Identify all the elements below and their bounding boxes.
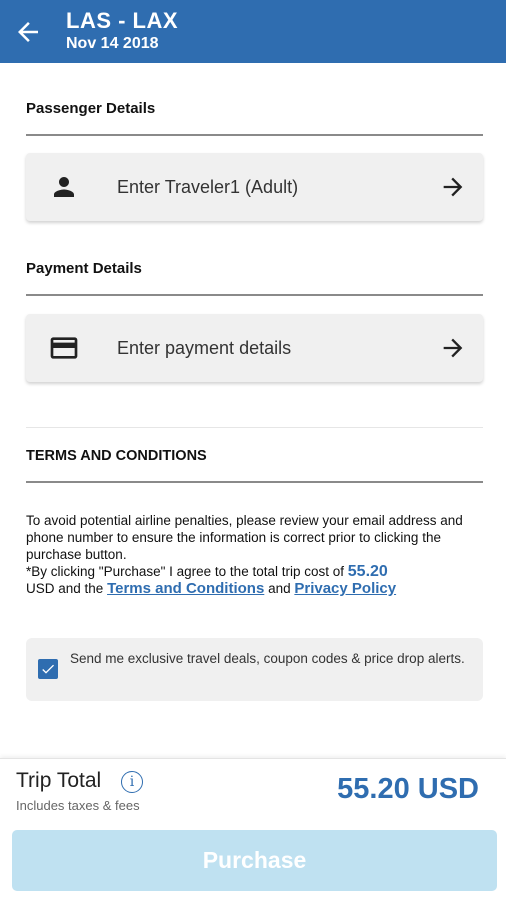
deals-optin: Send me exclusive travel deals, coupon c… bbox=[26, 638, 483, 701]
payment-section-title: Payment Details bbox=[26, 260, 142, 277]
enter-payment-card[interactable]: Enter payment details bbox=[26, 314, 483, 382]
payment-label: Enter payment details bbox=[117, 337, 292, 358]
deals-optin-label: Send me exclusive travel deals, coupon c… bbox=[70, 651, 465, 666]
arrow-right-icon bbox=[443, 338, 463, 358]
privacy-link[interactable]: Privacy Policy bbox=[294, 580, 396, 597]
trip-total-label: Trip Total bbox=[16, 769, 102, 792]
trip-total-amount: 55.20 USD bbox=[337, 773, 479, 805]
app-header: LAS - LAX Nov 14 2018 bbox=[0, 0, 506, 63]
passenger-divider bbox=[26, 134, 483, 136]
route-title: LAS - LAX bbox=[66, 7, 179, 33]
terms-agreement: *By clicking "Purchase" I agree to the t… bbox=[26, 564, 344, 579]
includes-taxes-label: Includes taxes & fees bbox=[16, 798, 140, 813]
payment-divider bbox=[26, 294, 483, 296]
back-button[interactable] bbox=[0, 0, 56, 63]
checkmark-icon bbox=[42, 664, 54, 674]
booking-content: Passenger Details Enter Traveler1 (Adult… bbox=[0, 63, 506, 758]
terms-link[interactable]: Terms and Conditions bbox=[107, 580, 264, 597]
traveler-label: Enter Traveler1 (Adult) bbox=[117, 176, 299, 197]
deals-checkbox[interactable] bbox=[38, 659, 58, 679]
inline-price: 55.20 bbox=[347, 563, 388, 580]
route-info: LAS - LAX Nov 14 2018 bbox=[66, 7, 179, 55]
terms-divider bbox=[26, 481, 483, 483]
currency-text: USD and the bbox=[26, 581, 104, 596]
person-icon bbox=[54, 177, 74, 197]
purchase-button[interactable]: Purchase bbox=[12, 830, 497, 891]
terms-section-title: TERMS AND CONDITIONS bbox=[26, 448, 207, 464]
info-icon[interactable]: i bbox=[121, 771, 143, 793]
route-date: Nov 14 2018 bbox=[66, 34, 159, 52]
passenger-section-title: Passenger Details bbox=[26, 100, 156, 117]
section-separator bbox=[26, 427, 483, 428]
and-text: and bbox=[268, 581, 291, 596]
arrow-left-icon bbox=[18, 21, 38, 42]
credit-card-icon bbox=[50, 337, 78, 359]
terms-text: To avoid potential airline penalties, pl… bbox=[26, 512, 476, 597]
checkout-footer: Trip Total i Includes taxes & fees 55.20… bbox=[0, 758, 506, 900]
terms-paragraph: To avoid potential airline penalties, pl… bbox=[26, 513, 463, 562]
arrow-right-icon bbox=[443, 177, 463, 197]
enter-traveler-card[interactable]: Enter Traveler1 (Adult) bbox=[26, 153, 483, 221]
